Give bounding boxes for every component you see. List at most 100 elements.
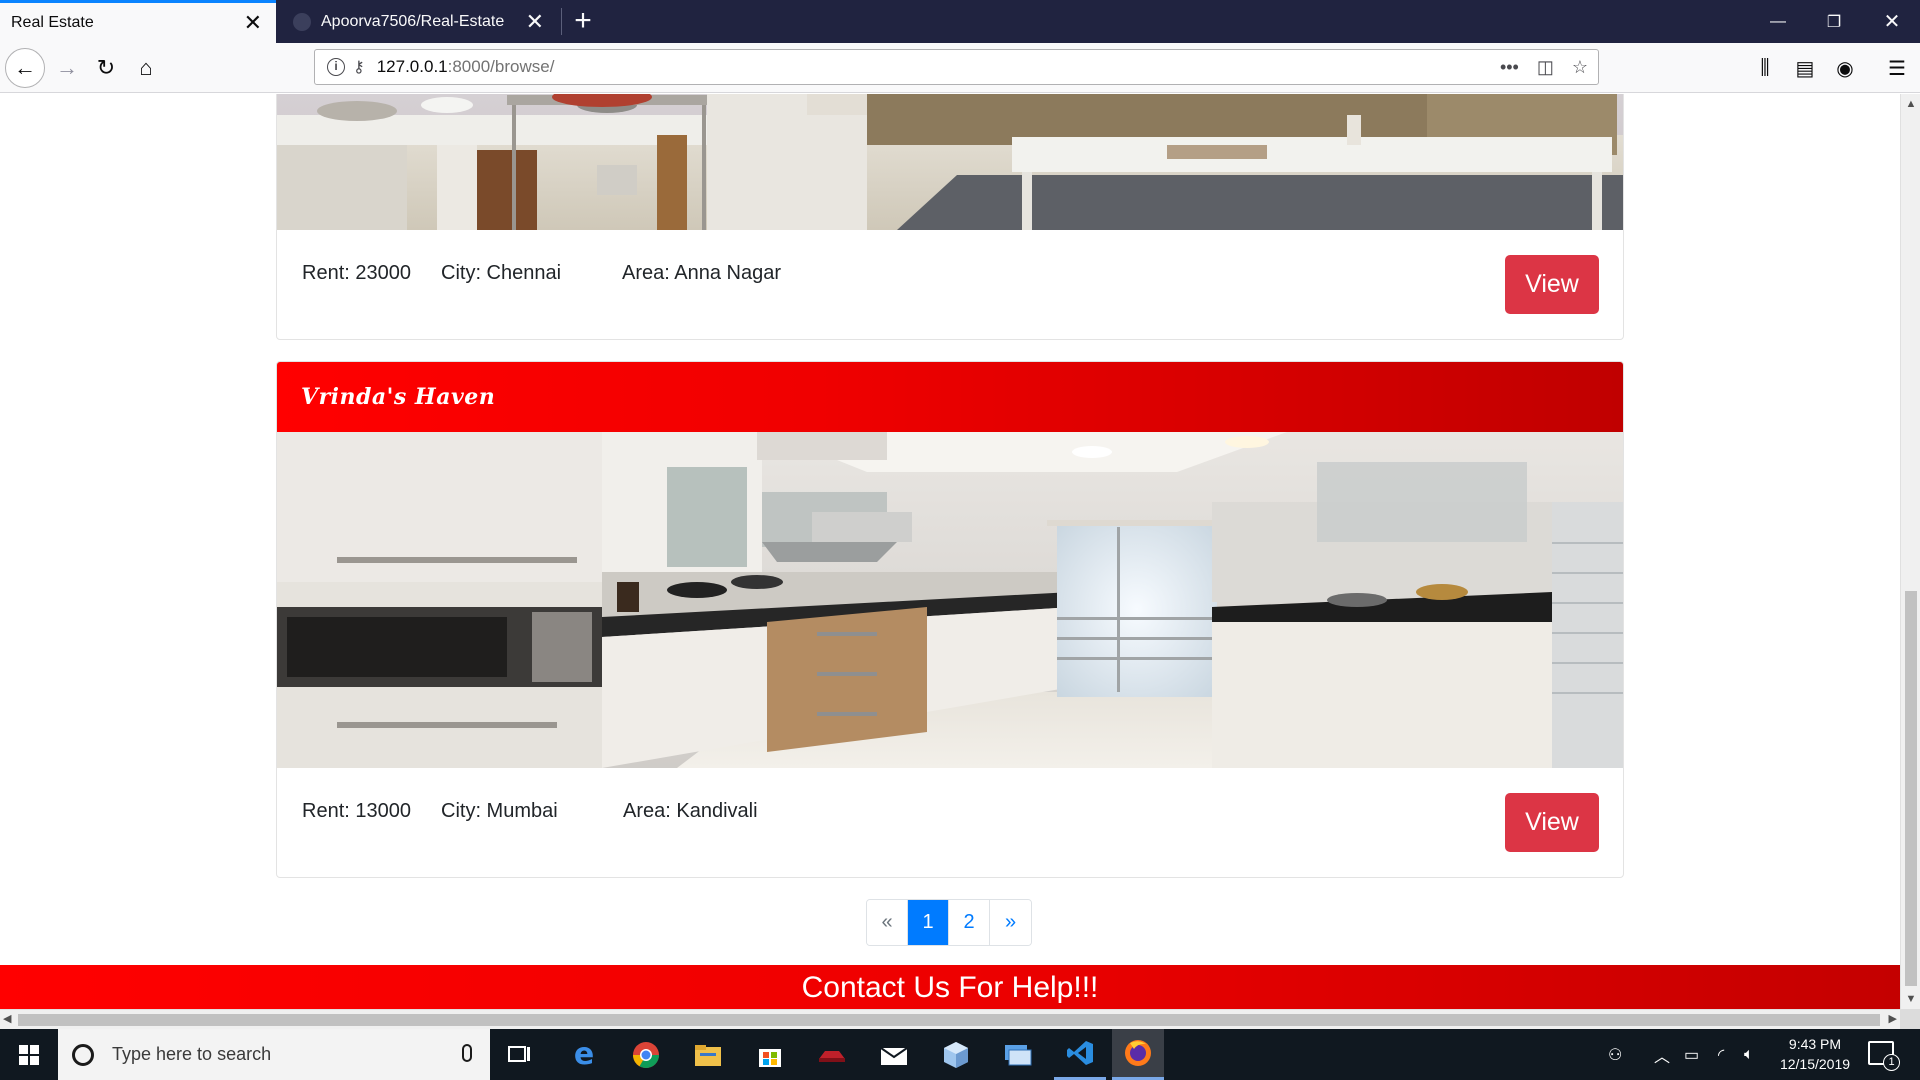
scroll-thumb[interactable] bbox=[1905, 591, 1917, 986]
action-center-icon[interactable]: 1 bbox=[1868, 1041, 1900, 1071]
restore-icon[interactable]: ❐ bbox=[1806, 0, 1862, 43]
pagination: « 1 2 » bbox=[866, 899, 1032, 946]
task-view-glyph bbox=[508, 1045, 530, 1062]
pocket-icon[interactable]: ◫ bbox=[1537, 57, 1554, 78]
listing-title: Vrinda's Haven bbox=[301, 384, 496, 410]
close-tab-icon[interactable]: ✕ bbox=[526, 10, 544, 33]
store-icon[interactable] bbox=[744, 1029, 796, 1080]
edge-icon[interactable]: e bbox=[558, 1029, 610, 1080]
url-text[interactable]: 127.0.0.1:8000/browse/ bbox=[377, 57, 555, 77]
car-glyph bbox=[819, 1050, 845, 1062]
contact-us-link[interactable]: Contact Us For Help!!! bbox=[802, 971, 1099, 1005]
tab-github-repo[interactable]: Apoorva7506/Real-Estate ✕ bbox=[282, 0, 558, 43]
battery-icon[interactable]: ▭ bbox=[1684, 1029, 1699, 1080]
account-icon[interactable]: ◉ bbox=[1832, 55, 1858, 81]
chrome-icon[interactable] bbox=[620, 1029, 672, 1080]
pagination-prev[interactable]: « bbox=[867, 900, 908, 945]
scroll-up-icon[interactable]: ▲ bbox=[1901, 98, 1920, 110]
rent-label: Rent: 23000 bbox=[302, 262, 411, 284]
vertical-scrollbar[interactable]: ▲ ▼ bbox=[1900, 94, 1920, 1009]
forward-icon[interactable]: → bbox=[47, 48, 87, 88]
listing-card: Rent: 23000 City: Chennai Area: Anna Nag… bbox=[276, 94, 1624, 340]
tray-chevron-icon[interactable]: ︿ bbox=[1654, 1029, 1670, 1080]
mail-icon[interactable] bbox=[868, 1029, 920, 1080]
taskbar-clock[interactable]: 9:43 PM 12/15/2019 bbox=[1770, 1034, 1860, 1074]
firefox-icon[interactable] bbox=[1112, 1029, 1164, 1080]
pagination-page-2[interactable]: 2 bbox=[949, 900, 990, 945]
remote-desktop-icon[interactable] bbox=[992, 1029, 1044, 1080]
scroll-right-icon[interactable]: ▶ bbox=[1889, 1012, 1897, 1025]
listing-details: Rent: 23000 City: Chennai Area: Anna Nag… bbox=[277, 230, 1623, 339]
tab-real-estate[interactable]: Real Estate ✕ bbox=[0, 0, 276, 43]
bookmark-star-icon[interactable]: ☆ bbox=[1572, 57, 1588, 78]
cube-glyph bbox=[944, 1041, 968, 1068]
envelope-glyph bbox=[880, 1046, 908, 1065]
chrome-glyph bbox=[632, 1041, 660, 1068]
area-label: Area: Anna Nagar bbox=[622, 262, 781, 284]
tab-title: Real Estate bbox=[11, 14, 94, 31]
windows-taskbar: Type here to search e ⚇ ︿ ▭ ◜ 🔈︎ 9:43 PM… bbox=[0, 1029, 1920, 1080]
pagination-next[interactable]: » bbox=[990, 900, 1031, 945]
minimize-icon[interactable]: — bbox=[1750, 0, 1806, 43]
listing-image[interactable] bbox=[277, 432, 1623, 768]
view-button[interactable]: View bbox=[1505, 793, 1599, 852]
scroll-thumb[interactable] bbox=[18, 1014, 1880, 1026]
monitor-glyph bbox=[1005, 1044, 1032, 1065]
volume-icon[interactable]: 🔈︎ bbox=[1744, 1029, 1754, 1080]
view-button[interactable]: View bbox=[1505, 255, 1599, 314]
key-icon[interactable]: ⚷ bbox=[353, 57, 365, 77]
search-placeholder: Type here to search bbox=[112, 1044, 272, 1064]
browser-tab-bar: Real Estate ✕ Apoorva7506/Real-Estate ✕ … bbox=[0, 0, 1920, 43]
store-glyph bbox=[759, 1048, 781, 1067]
library-icon[interactable]: ⫼ bbox=[1752, 55, 1778, 81]
tab-separator bbox=[561, 8, 562, 35]
city-label: City: Chennai bbox=[441, 262, 562, 284]
microphone-icon[interactable] bbox=[462, 1044, 472, 1062]
navigation-toolbar: ← → ↻ ⌂ i ⚷ 127.0.0.1:8000/browse/ ••• ◫… bbox=[0, 43, 1920, 93]
site-info-icon[interactable]: i bbox=[327, 58, 345, 76]
tab-title: Apoorva7506/Real-Estate bbox=[321, 12, 505, 30]
reload-icon[interactable]: ↻ bbox=[86, 48, 126, 88]
horizontal-scrollbar[interactable]: ◀ ▶ bbox=[0, 1009, 1900, 1029]
page-viewport: Rent: 23000 City: Chennai Area: Anna Nag… bbox=[0, 94, 1900, 1009]
new-tab-icon[interactable]: + bbox=[570, 4, 596, 38]
clock-date: 12/15/2019 bbox=[1779, 1056, 1851, 1072]
edge-glyph: e bbox=[573, 1037, 595, 1072]
game-app-icon[interactable] bbox=[806, 1029, 858, 1080]
windows-logo-icon bbox=[19, 1044, 39, 1065]
vscode-glyph bbox=[1067, 1041, 1093, 1065]
city-label: City: Mumbai bbox=[441, 800, 558, 822]
close-tab-icon[interactable]: ✕ bbox=[244, 12, 262, 34]
cortana-icon bbox=[72, 1043, 94, 1066]
url-actions: ••• ◫ ☆ bbox=[1500, 50, 1588, 84]
start-button[interactable] bbox=[0, 1029, 58, 1080]
people-icon[interactable]: ⚇ bbox=[1608, 1029, 1622, 1080]
home-icon[interactable]: ⌂ bbox=[126, 48, 166, 88]
living-room-photo bbox=[277, 94, 1623, 230]
url-bar[interactable]: i ⚷ 127.0.0.1:8000/browse/ ••• ◫ ☆ bbox=[314, 49, 1599, 85]
scroll-left-icon[interactable]: ◀ bbox=[3, 1012, 11, 1025]
back-icon[interactable]: ← bbox=[5, 48, 45, 88]
wifi-icon[interactable]: ◜ bbox=[1718, 1029, 1724, 1080]
3d-app-icon[interactable] bbox=[930, 1029, 982, 1080]
close-window-icon[interactable]: ✕ bbox=[1864, 0, 1920, 43]
taskbar-search[interactable]: Type here to search bbox=[58, 1029, 490, 1080]
listing-card: Vrinda's Haven Rent: 13000 City: Mumbai … bbox=[276, 361, 1624, 878]
file-explorer-icon[interactable] bbox=[682, 1029, 734, 1080]
github-icon bbox=[293, 12, 311, 31]
menu-icon[interactable]: ☰ bbox=[1884, 55, 1910, 81]
listing-header: Vrinda's Haven bbox=[277, 362, 1623, 432]
sidebar-icon[interactable]: ▤ bbox=[1792, 55, 1818, 81]
listing-image[interactable] bbox=[277, 94, 1623, 230]
listing-details: Rent: 13000 City: Mumbai Area: Kandivali… bbox=[277, 768, 1623, 877]
vscode-icon[interactable] bbox=[1054, 1029, 1106, 1080]
clock-time: 9:43 PM bbox=[1788, 1036, 1842, 1052]
scrollbar-corner bbox=[1900, 1009, 1920, 1029]
notification-count-badge: 1 bbox=[1883, 1054, 1900, 1071]
task-view-icon[interactable] bbox=[494, 1029, 546, 1080]
footer-banner: Contact Us For Help!!! bbox=[0, 965, 1900, 1009]
pagination-page-1[interactable]: 1 bbox=[908, 900, 949, 945]
area-label: Area: Kandivali bbox=[623, 800, 758, 822]
scroll-down-icon[interactable]: ▼ bbox=[1901, 993, 1920, 1005]
more-icon[interactable]: ••• bbox=[1500, 57, 1519, 78]
